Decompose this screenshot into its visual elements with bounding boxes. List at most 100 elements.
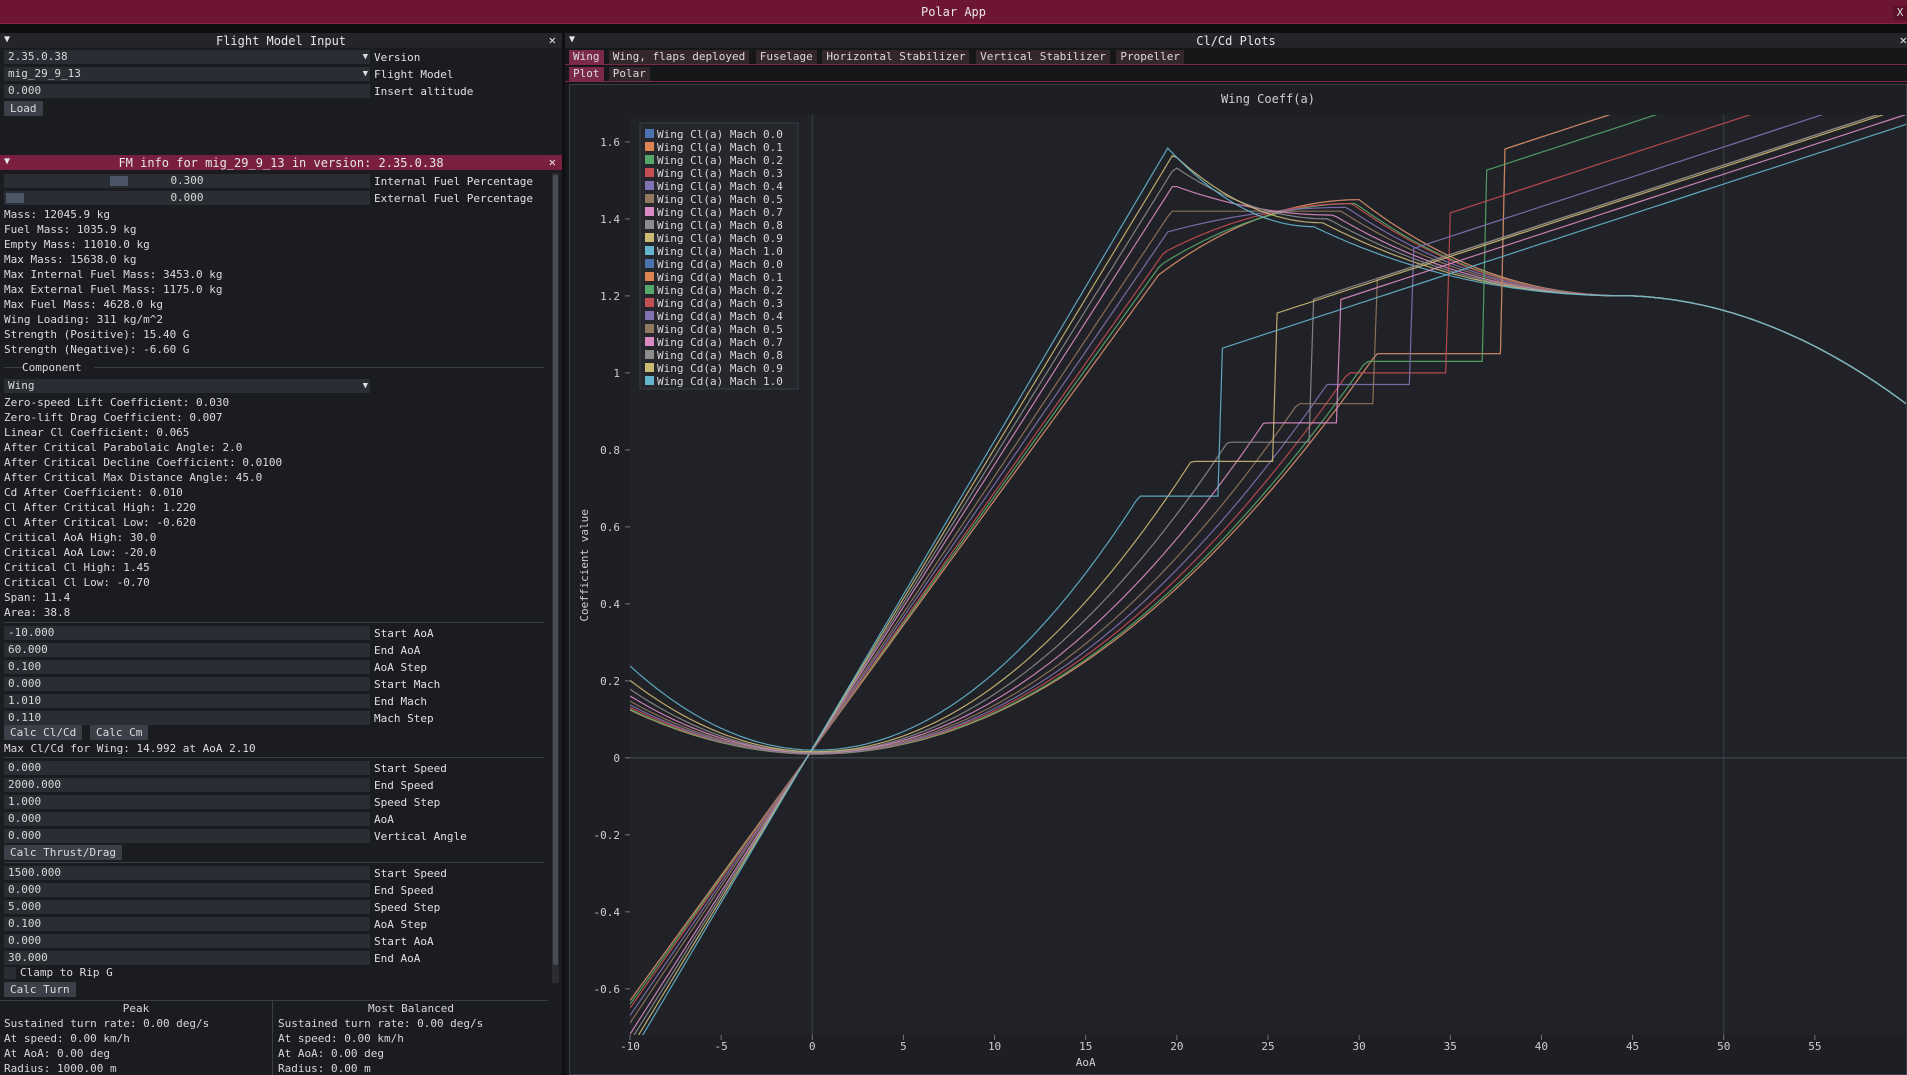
aoa-param-input[interactable]: 1.010 [4,694,370,708]
aoa-param-input[interactable]: 0.110 [4,711,370,725]
legend-swatch [645,311,654,320]
fm-info-panel: ▼ FM info for mig_29_9_13 in version: 2.… [0,155,562,1075]
coefficient-line: Critical Cl Low: -0.70 [4,576,150,589]
app-close-icon[interactable]: X [1893,6,1907,20]
aoa-param-input[interactable]: 0.100 [4,660,370,674]
calc-turn-button[interactable]: Calc Turn [4,982,76,997]
scrollbar-thumb[interactable] [553,175,558,965]
turn-param-row: 0.000 End Speed [4,883,434,897]
calc-thrust-drag-button[interactable]: Calc Thrust/Drag [4,845,122,860]
legend-swatch [645,259,654,268]
aoa-param-input[interactable]: -10.000 [4,626,370,640]
tab-vertical-stabilizer[interactable]: Vertical Stabilizer [976,50,1110,64]
speed-param-row: 0.000 Vertical Angle [4,829,467,843]
turn-param-input[interactable]: 30.000 [4,951,370,965]
legend-label: Wing Cl(a) Mach 1.0 [657,245,783,258]
speed-param-input[interactable]: 2000.000 [4,778,370,792]
coefficient-line: Cd After Coefficient: 0.010 [4,486,183,499]
aoa-param-row: 0.100 AoA Step [4,660,427,674]
turn-param-label: Speed Step [374,900,441,914]
legend-label: Wing Cd(a) Mach 0.0 [657,258,783,271]
flight-model-input-panel: ▼ Flight Model Input ✕ 2.35.0.38 Version… [0,33,562,155]
x-tick-label: 35 [1444,1040,1457,1053]
turn-param-input[interactable]: 0.100 [4,917,370,931]
speed-param-input[interactable]: 0.000 [4,812,370,826]
legend-label: Wing Cl(a) Mach 0.4 [657,180,783,193]
aoa-param-label: End AoA [374,643,421,657]
turn-param-input[interactable]: 5.000 [4,900,370,914]
aoa-param-label: Start Mach [374,677,441,691]
stat-line: Fuel Mass: 1035.9 kg [4,223,137,236]
legend-swatch [645,207,654,216]
tab-wing-flaps-deployed[interactable]: Wing, flaps deployed [608,50,750,64]
legend-label: Wing Cd(a) Mach 0.7 [657,336,783,349]
legend-swatch [645,298,654,307]
external-fuel-slider[interactable]: 0.000 [4,191,370,205]
version-combo[interactable]: 2.35.0.38 [4,50,370,64]
tab-horizontal-stabilizer[interactable]: Horizontal Stabilizer [822,50,970,64]
coefficient-line: Zero-speed Lift Coefficient: 0.030 [4,396,230,409]
load-button[interactable]: Load [4,101,43,116]
altitude-row: 0.000 Insert altitude [4,84,473,98]
legend-swatch [645,220,654,229]
y-tick-label: 0.2 [600,675,620,688]
speed-param-input[interactable]: 0.000 [4,829,370,843]
clamp-checkbox[interactable] [4,967,16,979]
altitude-input[interactable]: 0.000 [4,84,370,98]
flight-model-combo[interactable]: mig_29_9_13 [4,67,370,81]
fm-info-close-icon[interactable]: ✕ [549,155,556,169]
y-tick-label: 1.2 [600,290,620,303]
turn-param-input[interactable]: 0.000 [4,883,370,897]
turn-param-input[interactable]: 0.000 [4,934,370,948]
external-fuel-slider-knob[interactable] [6,193,24,203]
legend-swatch [645,129,654,138]
flight-model-label: Flight Model [374,67,454,81]
coefficient-line: After Critical Parabolaic Angle: 2.0 [4,441,243,454]
collapse-triangle-icon[interactable]: ▼ [4,34,10,45]
tab-wing[interactable]: Wing [569,50,604,64]
component-separator-right [94,367,544,368]
plot-area[interactable]: Wing Coeff(a) -10 -5 0 5 10 15 20 25 30 35 40 45 50 55… [569,84,1907,1075]
speed-param-label: Vertical Angle [374,829,467,843]
internal-fuel-slider[interactable]: 0.300 [4,174,370,188]
x-tick-label: 5 [900,1040,907,1053]
aoa-param-input[interactable]: 0.000 [4,677,370,691]
subtab-polar[interactable]: Polar [608,67,650,81]
internal-fuel-slider-knob[interactable] [109,176,128,186]
x-tick-label: 40 [1535,1040,1548,1053]
balanced-column: Most Balanced Sustained turn rate: 0.00 … [274,1001,548,1075]
subtab-plot[interactable]: Plot [569,67,604,81]
x-tick-label: -5 [715,1040,728,1053]
calc-clcd-button[interactable]: Calc Cl/Cd [4,725,83,740]
legend-swatch [645,363,654,372]
calc-cm-button[interactable]: Calc Cm [90,725,149,740]
fm-info-scrollbar[interactable] [552,173,559,983]
coefficient-chart[interactable]: Wing Coeff(a)-10 -5 0 5 10 15 20 25 30 35 40 45 50 55… [570,85,1906,1074]
external-fuel-label: External Fuel Percentage [374,191,533,205]
turn-param-input[interactable]: 1500.000 [4,866,370,880]
speed-param-input[interactable]: 1.000 [4,795,370,809]
speed-param-input[interactable]: 0.000 [4,761,370,775]
legend-swatch [645,272,654,281]
external-fuel-row: 0.000 External Fuel Percentage [4,191,533,205]
collapse-triangle-icon[interactable]: ▼ [569,34,575,45]
y-tick-label: -0.4 [594,906,621,919]
turn-results-table: Peak Sustained turn rate: 0.00 deg/s At s… [0,1000,548,1075]
plot-mode-tab-bar: Plot Polar [565,67,1907,82]
component-separator-left [4,367,24,368]
plots-panel-title: Cl/Cd Plots [1196,33,1276,48]
legend-label: Wing Cd(a) Mach 0.3 [657,297,783,310]
plots-panel-close-icon[interactable]: ✕ [1900,33,1907,47]
coefficient-line: Critical AoA Low: -20.0 [4,546,157,559]
aoa-param-input[interactable]: 60.000 [4,643,370,657]
aoa-param-row: 1.010 End Mach [4,694,427,708]
component-combo[interactable]: Wing [4,379,370,393]
speed-param-label: End Speed [374,778,434,792]
tab-propeller[interactable]: Propeller [1116,50,1184,64]
internal-fuel-value: 0.300 [170,174,204,187]
collapse-triangle-icon[interactable]: ▼ [4,156,10,167]
tab-fuselage[interactable]: Fuselage [755,50,817,64]
result-line: Radius: 1000.00 m [4,1062,117,1075]
coefficient-line: Cl After Critical Low: -0.620 [4,516,197,529]
input-panel-close-icon[interactable]: ✕ [549,33,556,47]
